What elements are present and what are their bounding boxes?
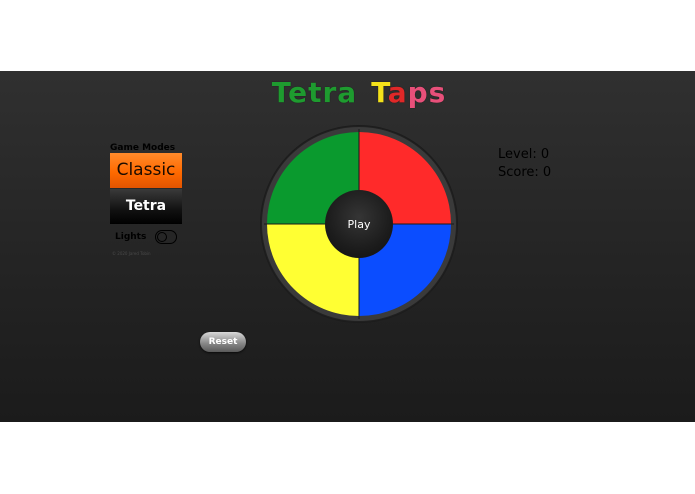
- title-letter: a: [337, 76, 358, 109]
- title-letter: r: [322, 76, 338, 109]
- title-letter: a: [387, 76, 408, 109]
- reset-button[interactable]: Reset: [200, 332, 246, 352]
- game-stage: Tetra Taps Game Modes Classic Tetra Ligh…: [0, 71, 695, 422]
- game-modes-label: Game Modes: [110, 143, 176, 153]
- lights-label: Lights: [115, 232, 147, 242]
- copyright-text: © 2020 Jared Tobin: [112, 251, 151, 256]
- title-letter: e: [288, 76, 309, 109]
- title-letter: T: [371, 76, 388, 109]
- score-readout: Score: 0: [498, 165, 552, 180]
- lights-toggle[interactable]: [155, 230, 177, 244]
- title-letter: p: [407, 76, 429, 109]
- tetra-mode-button[interactable]: Tetra: [110, 189, 182, 224]
- title-letter: s: [428, 76, 447, 109]
- stats-panel: Level: 0 Score: 0: [498, 146, 551, 182]
- game-title: Tetra Taps: [0, 75, 695, 111]
- toggle-knob-icon: [157, 232, 167, 242]
- title-letter: T: [271, 76, 289, 109]
- play-button[interactable]: Play: [325, 190, 393, 258]
- level-readout: Level: 0: [498, 147, 550, 162]
- title-letter: t: [308, 76, 323, 109]
- title-letter: [357, 75, 371, 111]
- classic-mode-button[interactable]: Classic: [110, 153, 182, 188]
